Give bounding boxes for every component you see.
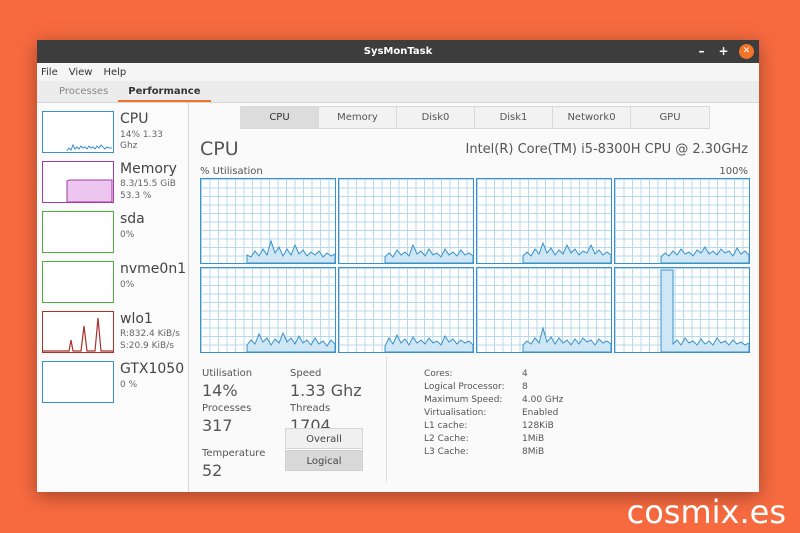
overall-button[interactable]: Overall [285, 428, 363, 449]
sda-thumbnail [42, 211, 114, 253]
title-bar: SysMonTask – + ✕ [37, 40, 759, 63]
performance-panel: CPU Memory Disk0 Disk1 Network0 GPU CPU … [189, 103, 759, 492]
processes-value: 317 [202, 416, 233, 435]
maximize-icon[interactable]: + [716, 44, 731, 59]
core-graph-7 [476, 267, 612, 353]
resource-subtabs: CPU Memory Disk0 Disk1 Network0 GPU [240, 106, 710, 129]
menu-view[interactable]: View [69, 67, 93, 78]
utilisation-value: 14% [202, 381, 238, 400]
subtab-memory[interactable]: Memory [319, 107, 397, 128]
info-l3-label: L3 Cache: [424, 447, 469, 457]
page-title: CPU [200, 138, 239, 160]
threads-label: Threads [290, 403, 331, 414]
sidebar-item-nvme0n1[interactable]: nvme0n1 0% [42, 261, 186, 305]
sidebar-wlo1-name: wlo1 [120, 311, 153, 327]
tab-performance[interactable]: Performance [118, 86, 211, 102]
stats-divider [386, 356, 387, 482]
close-icon[interactable]: ✕ [739, 44, 754, 59]
info-maxspeed-value: 4.00 GHz [522, 395, 564, 405]
sidebar-gpu-name: GTX1050 [120, 361, 185, 377]
info-l3-value: 8MiB [522, 447, 545, 457]
sidebar-item-sda[interactable]: sda 0% [42, 211, 182, 255]
sidebar-item-gtx1050[interactable]: GTX1050 0 % [42, 361, 185, 405]
sidebar-wlo1-send: S:20.9 KiB/s [120, 341, 174, 351]
info-l2-label: L2 Cache: [424, 434, 469, 444]
subtab-gpu[interactable]: GPU [631, 107, 709, 128]
subtab-network0[interactable]: Network0 [553, 107, 631, 128]
utilisation-max-label: 100% [719, 166, 748, 177]
utilisation-axis-label: % Utilisation [200, 166, 263, 177]
content-area: CPU 14% 1.33 Ghz Memory 8.3/15.5 GiB 53.… [37, 103, 759, 492]
info-l1-value: 128KiB [522, 421, 554, 431]
sysmontask-window: SysMonTask – + ✕ File View Help Processe… [37, 40, 759, 492]
info-virtualisation-label: Virtualisation: [424, 408, 487, 418]
core-graph-3 [476, 178, 612, 264]
logical-button[interactable]: Logical [285, 450, 363, 471]
sidebar-cpu-name: CPU [120, 111, 149, 127]
cpu-thumbnail [42, 111, 114, 153]
cpu-model: Intel(R) Core(TM) i5-8300H CPU @ 2.30GHz [465, 142, 749, 157]
speed-value: 1.33 Ghz [290, 381, 362, 400]
subtab-disk0[interactable]: Disk0 [397, 107, 475, 128]
menu-bar: File View Help [37, 63, 759, 81]
core-graph-6 [338, 267, 474, 353]
info-maxspeed-label: Maximum Speed: [424, 395, 503, 405]
window-title: SysMonTask [363, 46, 433, 57]
sidebar-gpu-usage: 0 % [120, 380, 138, 390]
core-graph-5 [200, 267, 336, 353]
subtab-disk1[interactable]: Disk1 [475, 107, 553, 128]
sidebar-item-cpu[interactable]: CPU 14% 1.33 Ghz [42, 111, 182, 155]
sidebar-item-wlo1[interactable]: wlo1 R:832.4 KiB/s S:20.9 KiB/s [42, 311, 182, 355]
info-cores-value: 4 [522, 369, 528, 379]
info-virtualisation-value: Enabled [522, 408, 559, 418]
temperature-value: 52 [202, 461, 223, 480]
gpu-thumbnail [42, 361, 114, 403]
sidebar-sda-name: sda [120, 211, 145, 227]
menu-file[interactable]: File [41, 67, 58, 78]
tab-processes[interactable]: Processes [49, 86, 118, 102]
minimize-icon[interactable]: – [694, 44, 709, 59]
processes-label: Processes [202, 403, 252, 414]
sidebar-cpu-usage: 14% 1.33 Ghz [120, 130, 163, 151]
sidebar-nvme-name: nvme0n1 [120, 261, 187, 277]
core-graph-2 [338, 178, 474, 264]
main-tabs: Processes Performance [37, 81, 759, 103]
device-sidebar: CPU 14% 1.33 Ghz Memory 8.3/15.5 GiB 53.… [37, 103, 189, 492]
temperature-label: Temperature [202, 448, 266, 459]
subtab-cpu[interactable]: CPU [241, 107, 319, 128]
sidebar-memory-name: Memory [120, 161, 177, 177]
core-graph-8 [614, 267, 750, 353]
speed-label: Speed [290, 368, 322, 379]
memory-thumbnail [42, 161, 114, 203]
menu-help[interactable]: Help [103, 67, 126, 78]
info-l1-label: L1 cache: [424, 421, 468, 431]
sidebar-wlo1-receive: R:832.4 KiB/s [120, 329, 180, 339]
sidebar-memory-percent: 53.3 % [120, 191, 152, 201]
network-thumbnail [42, 311, 114, 353]
sidebar-memory-usage: 8.3/15.5 GiB [120, 179, 176, 189]
info-logical-label: Logical Processor: [424, 382, 505, 392]
sidebar-item-memory[interactable]: Memory 8.3/15.5 GiB 53.3 % [42, 161, 182, 205]
core-graph-1 [200, 178, 336, 264]
sidebar-sda-usage: 0% [120, 230, 135, 240]
core-graph-4 [614, 178, 750, 264]
watermark: cosmix.es [626, 493, 786, 531]
info-cores-label: Cores: [424, 369, 453, 379]
nvme-thumbnail [42, 261, 114, 303]
sidebar-nvme-usage: 0% [120, 280, 135, 290]
info-l2-value: 1MiB [522, 434, 545, 444]
info-logical-value: 8 [522, 382, 528, 392]
utilisation-label: Utilisation [202, 368, 253, 379]
